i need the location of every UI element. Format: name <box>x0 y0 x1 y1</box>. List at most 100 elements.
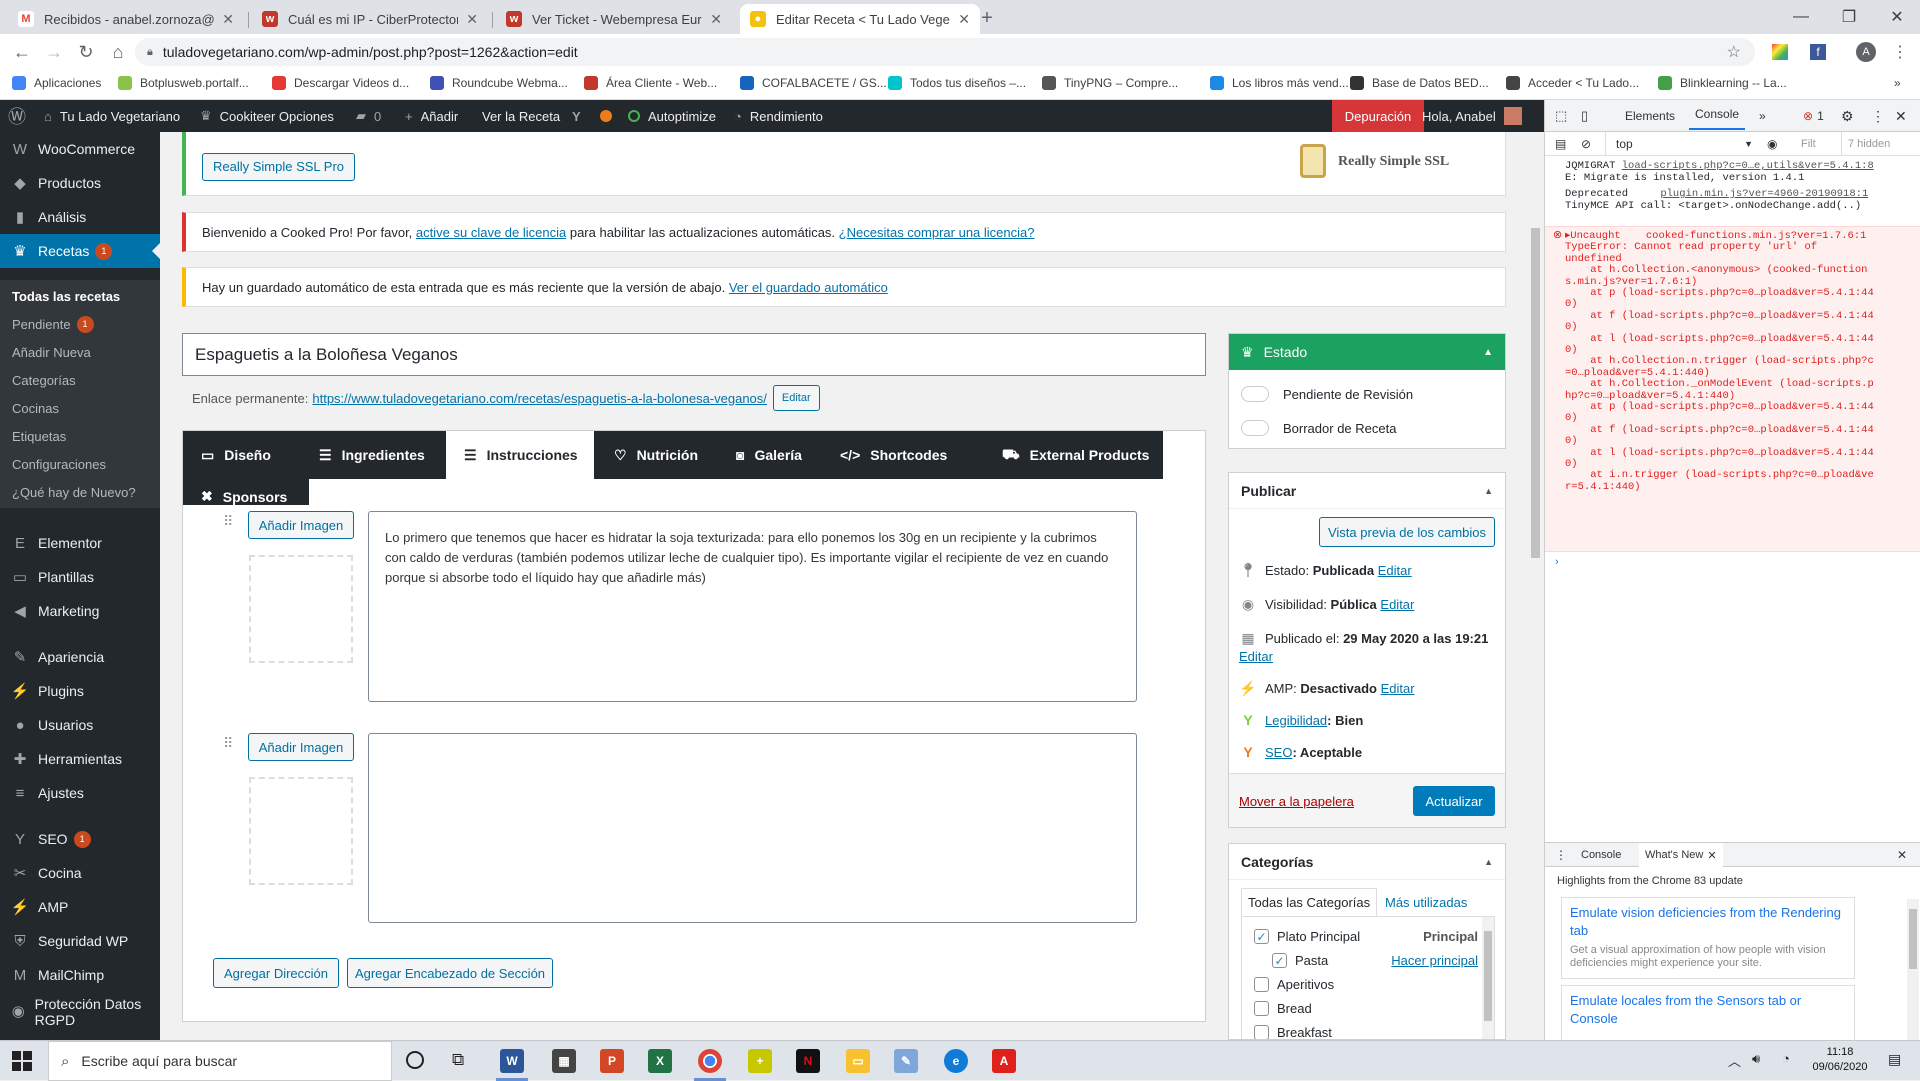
bookmark-link[interactable]: TinyPNG – Compre... <box>1042 76 1178 90</box>
menu-icon[interactable]: ⋮ <box>1555 843 1567 867</box>
whats-new-card[interactable]: Emulate vision deficiencies from the Ren… <box>1561 897 1855 979</box>
add-section-heading-button[interactable]: Agregar Encabezado de Sección <box>347 958 553 988</box>
chrome-icon[interactable] <box>698 1049 722 1073</box>
tray-chevron-icon[interactable]: ︿ <box>1728 1051 1741 1070</box>
bookmark-link[interactable]: Acceder < Tu Lado... <box>1506 76 1639 90</box>
category-checkbox[interactable] <box>1254 1001 1269 1016</box>
sidebar-item-megaphone[interactable]: ◀ Marketing <box>0 594 160 628</box>
home-icon[interactable]: ⌂ <box>106 40 130 64</box>
edge-icon[interactable]: e <box>944 1049 968 1073</box>
whats-new-card[interactable]: Emulate locales from the Sensors tab or … <box>1561 985 1855 1045</box>
sidebar-item-eye[interactable]: ◉ Protección Datos RGPD <box>0 992 160 1032</box>
category-item[interactable]: Aperitivos <box>1254 977 1478 992</box>
post-title-input[interactable]: Espaguetis a la Boloñesa Veganos <box>182 333 1206 376</box>
site-name-link[interactable]: ⌂ Tu Lado Vegetariano <box>44 100 180 132</box>
clock[interactable]: 11:18 09/06/2020 <box>1808 1045 1872 1075</box>
bookmark-link[interactable]: Todos tus diseños –... <box>888 76 1026 90</box>
make-primary-link[interactable]: Hacer principal <box>1391 953 1478 968</box>
edit-visibility-link[interactable]: Editar <box>1380 597 1414 612</box>
drawer-tab-console[interactable]: Console <box>1581 843 1621 867</box>
permalink-link[interactable]: https://www.tuladovegetariano.com/receta… <box>312 391 767 406</box>
comments-link[interactable]: ▰ 0 <box>356 100 381 132</box>
drawer-scrollbar[interactable] <box>1907 899 1919 1041</box>
scrollbar[interactable] <box>1482 917 1494 1039</box>
app-icon[interactable]: + <box>748 1049 772 1073</box>
tab-sponsors[interactable]: ✖ Sponsors <box>183 479 309 505</box>
submenu-item[interactable]: Etiquetas <box>0 422 160 450</box>
bookmark-link[interactable]: Los libros más vend... <box>1210 76 1349 90</box>
edit-date-link[interactable]: Editar <box>1239 649 1273 664</box>
cookiteer-link[interactable]: ♛ Cookiteer Opciones <box>200 100 334 132</box>
tab-galería[interactable]: ◙ Galería <box>718 431 821 479</box>
submenu-item[interactable]: Cocinas <box>0 394 160 422</box>
ssl-pro-button[interactable]: Really Simple SSL Pro <box>202 152 356 181</box>
sidebar-toggle-icon[interactable]: ▤ <box>1555 132 1566 156</box>
powerpoint-icon[interactable]: P <box>600 1049 624 1073</box>
more-tabs-icon[interactable]: » <box>1759 100 1766 132</box>
maximize-button[interactable]: ❐ <box>1826 0 1872 34</box>
close-icon[interactable]: ✕ <box>1707 849 1716 862</box>
category-item[interactable]: ✓ Pasta Hacer principal <box>1272 953 1478 968</box>
calculator-icon[interactable]: ▦ <box>552 1049 576 1073</box>
file-explorer-icon[interactable]: ▭ <box>846 1049 870 1073</box>
close-tab-icon[interactable]: ✕ <box>222 11 234 28</box>
volume-icon[interactable]: 🔊︎ <box>1752 1051 1760 1067</box>
submenu-item[interactable]: Pendiente 1 <box>0 310 160 338</box>
sidebar-item-shield[interactable]: ⛨ Seguridad WP <box>0 924 160 958</box>
category-item[interactable]: Bread <box>1254 1001 1478 1016</box>
yoast-icon[interactable]: Y <box>572 100 581 132</box>
minimize-button[interactable]: — <box>1778 0 1824 34</box>
tab-external-products[interactable]: ⛟ External Products <box>984 431 1149 479</box>
excel-icon[interactable]: X <box>648 1049 672 1073</box>
sidebar-item-amp[interactable]: ⚡ AMP <box>0 890 160 924</box>
sidebar-item-yoast[interactable]: Y SEO 1 <box>0 822 160 856</box>
avatar[interactable]: A <box>1856 42 1876 62</box>
tab-instrucciones[interactable]: ☰ Instrucciones <box>446 431 594 479</box>
close-tab-icon[interactable]: ✕ <box>466 11 478 28</box>
acrobat-icon[interactable]: A <box>992 1049 1016 1073</box>
category-tab-all[interactable]: Todas las Categorías <box>1241 888 1378 916</box>
source-link[interactable]: plugin.min.js?ver=4960-20190918:1 <box>1660 188 1868 200</box>
forward-icon[interactable]: → <box>42 40 66 64</box>
drawer-tab-whats-new[interactable]: What's New ✕ <box>1639 843 1723 867</box>
toggle-switch[interactable] <box>1241 420 1269 436</box>
submenu-item[interactable]: ¿Qué hay de Nuevo? <box>0 478 160 506</box>
category-checkbox[interactable] <box>1254 977 1269 992</box>
sidebar-item-box[interactable]: ◆ Productos <box>0 166 160 200</box>
menu-icon[interactable]: ⋮ <box>1892 42 1908 62</box>
sidebar-item-user[interactable]: ● Usuarios <box>0 708 160 742</box>
start-button[interactable] <box>12 1051 32 1071</box>
inspect-icon[interactable]: ⬚ <box>1555 100 1567 132</box>
settings-icon[interactable]: ⚙ <box>1841 100 1854 132</box>
category-item[interactable]: ✓ Plato Principal Principal <box>1254 929 1478 944</box>
taskbar-search-input[interactable]: ⌕ Escribe aquí para buscar <box>48 1041 392 1081</box>
bookmark-link[interactable]: Base de Datos BED... <box>1350 76 1489 90</box>
new-tab-button[interactable]: + <box>975 6 999 30</box>
browser-tab[interactable]: w Ver Ticket - Webempresa Europa ✕ <box>496 4 732 34</box>
sidebar-item-folder[interactable]: ▭ Plantillas <box>0 560 160 594</box>
sidebar-item-bar-chart[interactable]: ▮ Análisis <box>0 200 160 234</box>
wordpress-logo-icon[interactable]: Ⓦ <box>8 100 26 132</box>
sidebar-item-chef-hat[interactable]: ♛ Recetas 1 <box>0 234 160 268</box>
submenu-item[interactable]: Añadir Nueva <box>0 338 160 366</box>
sidebar-item-elementor[interactable]: E Elementor <box>0 526 160 560</box>
seo-link[interactable]: SEO <box>1265 745 1292 760</box>
update-button[interactable]: Actualizar <box>1413 786 1495 816</box>
drag-handle-icon[interactable]: ⠿ <box>223 735 233 752</box>
close-window-button[interactable]: ✕ <box>1874 0 1920 34</box>
trash-link[interactable]: Mover a la papelera <box>1239 794 1354 809</box>
submenu-item[interactable]: Categorías <box>0 366 160 394</box>
extension-icon[interactable]: f <box>1810 44 1826 60</box>
devtools-scrollbar[interactable] <box>1547 224 1555 554</box>
image-placeholder[interactable] <box>249 777 353 885</box>
cortana-icon[interactable] <box>406 1051 424 1069</box>
view-autosave-link[interactable]: Ver el guardado automático <box>729 280 888 295</box>
image-placeholder[interactable] <box>249 555 353 663</box>
toggle-switch[interactable] <box>1241 386 1269 402</box>
bookmark-link[interactable]: Botplusweb.portalf... <box>118 76 249 90</box>
add-image-button[interactable]: Añadir Imagen <box>248 511 354 539</box>
toggle-arrow-icon[interactable]: ▲ <box>1484 486 1493 496</box>
menu-icon[interactable]: ⋮ <box>1871 100 1885 132</box>
app-icon[interactable]: ✎ <box>894 1049 918 1073</box>
edit-amp-link[interactable]: Editar <box>1381 681 1415 696</box>
